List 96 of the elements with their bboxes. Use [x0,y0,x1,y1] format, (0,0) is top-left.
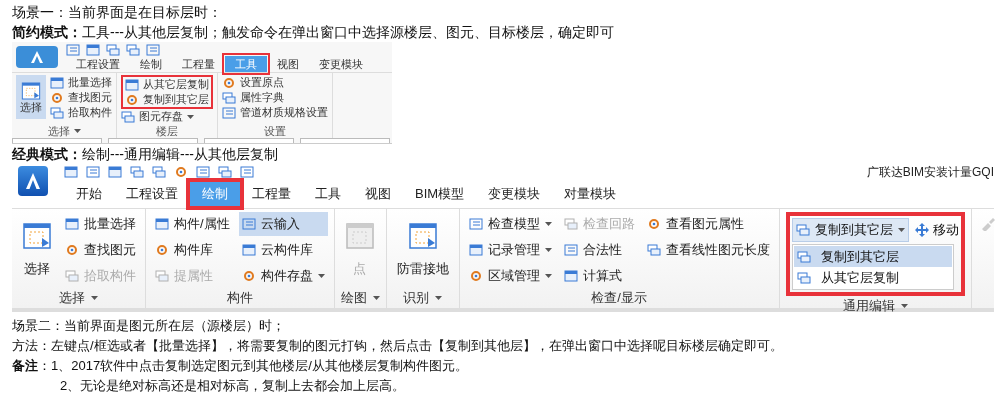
window-icon [155,218,169,230]
ribbon-tab[interactable]: 工程量 [172,56,225,72]
window-icon [86,44,100,56]
group-label: 楼层 [156,124,178,138]
ribbon-button[interactable]: 区域管理 [465,264,555,288]
ribbon-button[interactable]: 图元存盘 [121,109,213,124]
ribbon-button[interactable]: 查找图元 [62,238,139,262]
window-icon [125,78,139,91]
ribbon-button[interactable]: 构件库 [152,238,233,262]
ribbon-button[interactable]: 选择 [18,212,56,288]
layers-icon [222,91,236,104]
layers-icon [796,271,811,284]
ribbon-button[interactable]: 查看图元属性 [643,212,773,236]
ribbon-tab[interactable]: 对量模块 [552,182,629,206]
window-icon [241,244,256,256]
ribbon-button[interactable]: 检查模型 [465,212,555,236]
ribbon-button[interactable]: 查看线性图元长度 [643,238,773,262]
ribbon-button[interactable]: 批量选择 [62,212,139,236]
ribbon-button[interactable]: 计算式 [560,264,638,288]
group-label: 识别 [403,289,430,308]
layers-icon [796,250,811,263]
ribbon-tab[interactable]: 视图 [267,56,309,72]
ribbon-tab[interactable]: 工程设置 [66,56,130,72]
menu-item[interactable]: 复制到其它层 [793,246,952,267]
ribbon-button[interactable]: 构件存盘 [238,264,328,288]
paragraph: 2、无论是绝对标高还是相对标高，复制上去都会加上层高。 [59,377,407,395]
ribbon-button[interactable]: 合法性 [560,238,638,262]
ribbon-tab[interactable]: 工具 [303,182,353,206]
window-icon [344,221,375,252]
ribbon-tab[interactable]: BIM模型 [403,182,477,206]
ribbon-tab[interactable]: 工程量 [240,182,303,206]
window-icon [407,221,438,252]
list-icon [468,218,483,230]
group-label: 检查/显示 [591,289,647,308]
group-label: 设置 [264,124,286,138]
ribbon-tab[interactable]: 视图 [353,182,403,206]
caret-icon [897,228,905,232]
ribbon-tab[interactable]: 变更模块 [476,182,553,206]
ribbon-button[interactable]: 属性字典 [222,90,328,105]
paragraph: 方法：左键点/框选或者【批量选择】，将需要复制的图元打钩，然后点击【复制到其他层】，在弹出窗口中选择呢目标楼层确定即可。 [12,337,784,355]
list-icon [240,166,254,178]
ribbon-button[interactable]: 记录管理 [465,238,555,262]
paragraph: 简约模式：工具---从其他层复制；触发命令在弹出窗口中选择源楼层、图元、目标楼层，确定即可 [12,23,615,42]
layers-icon [795,224,810,236]
layers-icon [121,110,135,123]
paragraph: 备注：1、2017软件中点击复制选定图元到其他楼层/从其他楼层复制构件图元。 [12,357,469,375]
window-icon [108,166,122,178]
window-icon [563,270,578,282]
ribbon-tab[interactable]: 绘制 [130,56,172,72]
ribbon-button[interactable]: 云构件库 [238,238,328,262]
list-icon [196,166,210,178]
list-icon [563,244,578,256]
app-logo-icon [16,46,58,68]
list-icon [241,218,256,230]
paragraph: 场景一：当前界面是在目标层时： [12,3,223,22]
ribbon-button[interactable]: 云输入 [238,212,328,236]
group-label: 选择 [59,289,85,308]
layers-icon [65,270,79,282]
group-label: 构件 [226,289,253,308]
list-icon [66,44,80,56]
window-icon [50,76,64,89]
window-icon [22,221,52,252]
layers-icon [646,244,661,256]
window-icon [21,80,41,101]
ribbon-button[interactable]: 复制到其它层 [125,92,209,107]
window-icon [65,218,79,230]
window-icon [468,244,483,256]
ribbon-tab[interactable]: 开始 [64,182,114,206]
ribbon-button[interactable]: 从其它层复制 [125,77,209,92]
menu-item[interactable]: 从其它层复制 [793,267,952,288]
window-icon [64,166,78,178]
ribbon-button[interactable]: 构件/属性 [152,212,233,236]
layers-icon [563,218,578,230]
ribbon-button[interactable]: 批量选择 [50,75,112,90]
move-icon [914,223,929,237]
ribbon-tab[interactable]: 变更模块 [309,56,373,72]
group-label: 选择 [47,124,70,138]
ribbon-button[interactable]: 查找图元 [50,90,112,105]
ribbon-button[interactable]: 设置原点 [222,75,328,90]
ribbon-button[interactable]: 防雷接地 [392,212,453,288]
split-button[interactable]: 复制到其它层 [791,218,909,242]
app-title: 广联达BIM安装计量GQI [866,164,994,181]
list-icon [86,166,100,178]
paragraph: 场景二：当前界面是图元所在层（源楼层）时； [12,317,286,335]
ribbon-button[interactable]: 管道材质规格设置 [222,105,328,120]
list-icon [146,44,160,56]
paragraph: 经典模式：绘制---通用编辑---从其他层复制 [12,145,279,164]
ribbon-button[interactable]: 选择 [16,75,46,119]
ribbon-button[interactable]: 拾取构件 [50,105,112,120]
list-icon [222,106,236,119]
layers-icon [50,106,64,119]
ribbon-button[interactable]: 移动 [914,220,959,240]
layers-icon [155,270,169,282]
group-label: 绘图 [340,289,367,308]
ribbon-tab[interactable]: 工程设置 [114,182,190,206]
group-label: 通用编辑 [842,297,895,315]
